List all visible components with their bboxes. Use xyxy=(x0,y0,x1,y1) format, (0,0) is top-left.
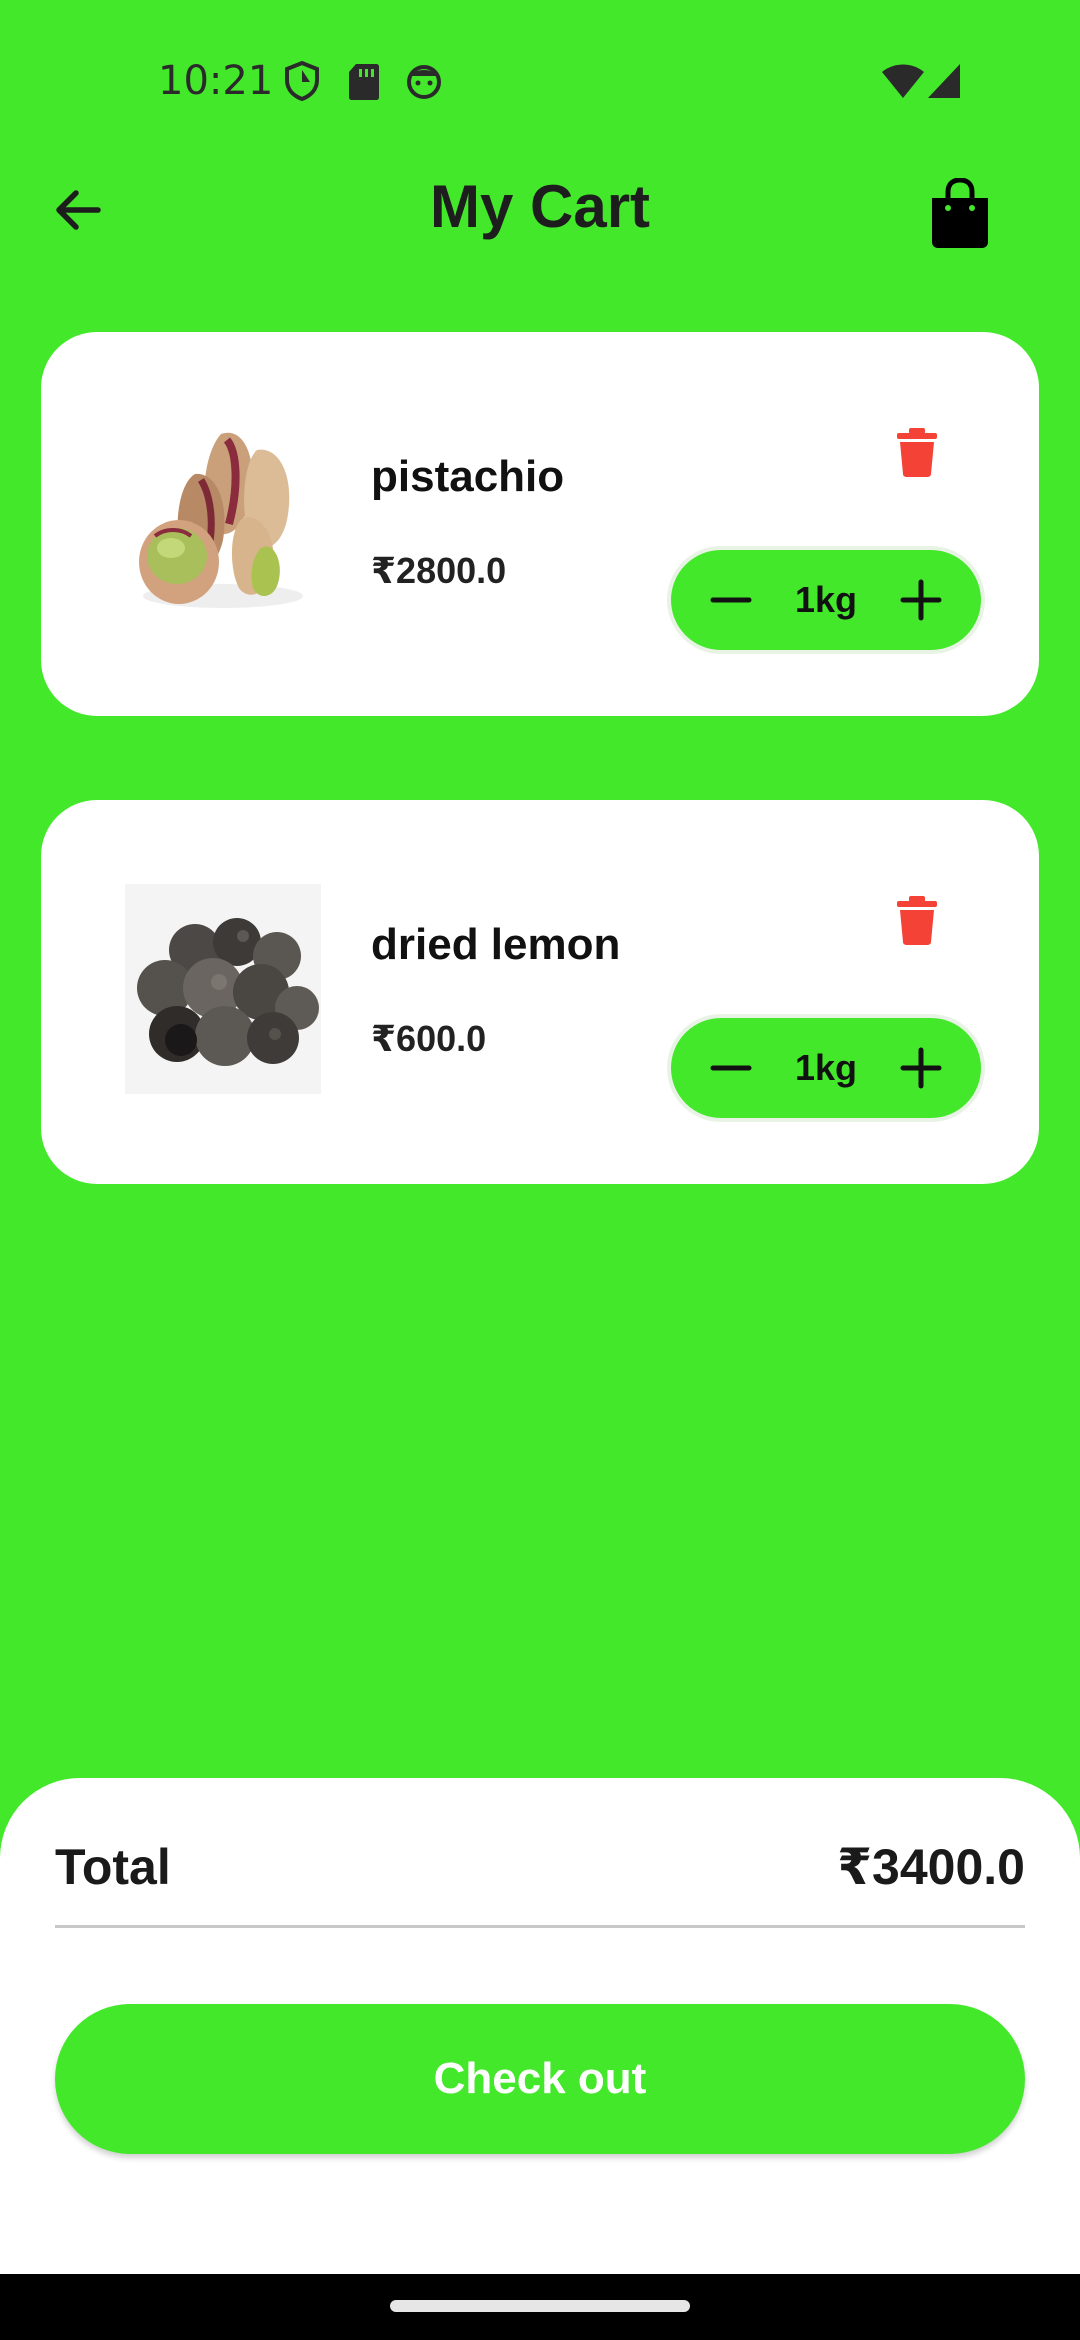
decrease-button[interactable] xyxy=(707,576,755,624)
minus-icon xyxy=(710,597,752,603)
navigation-bar xyxy=(0,2274,1080,2340)
page-title: My Cart xyxy=(429,173,651,240)
trash-icon xyxy=(897,896,937,945)
cart-item-card: pistachio ₹2800.0 1kg xyxy=(41,332,1039,716)
product-price: ₹600.0 xyxy=(371,1018,487,1059)
wifi-icon xyxy=(882,64,924,98)
product-name: pistachio xyxy=(371,452,565,501)
plus-icon xyxy=(900,579,942,621)
quantity-stepper: 1kg xyxy=(667,546,985,654)
bag-button[interactable] xyxy=(926,177,994,250)
home-indicator[interactable] xyxy=(390,2300,690,2312)
increase-button[interactable] xyxy=(897,576,945,624)
total-label: Total xyxy=(55,1839,171,1895)
decrease-button[interactable] xyxy=(707,1044,755,1092)
delete-button[interactable] xyxy=(895,426,939,478)
pistachio-image xyxy=(139,432,303,608)
signal-icon xyxy=(928,64,960,98)
plus-icon xyxy=(900,1047,942,1089)
increase-button[interactable] xyxy=(897,1044,945,1092)
order-summary-sheet: Total ₹3400.0 Check out xyxy=(0,1778,1080,2274)
shield-icon xyxy=(285,60,319,102)
status-time: 10:21 xyxy=(158,58,274,104)
total-value: ₹3400.0 xyxy=(837,1839,1025,1895)
trash-icon xyxy=(897,428,937,477)
status-bar: 10:21 xyxy=(0,0,1080,160)
cart-item-card: dried lemon ₹600.0 1kg xyxy=(41,800,1039,1184)
divider xyxy=(55,1925,1025,1928)
minus-icon xyxy=(710,1065,752,1071)
quantity-stepper: 1kg xyxy=(667,1014,985,1122)
face-icon xyxy=(407,65,441,99)
delete-button[interactable] xyxy=(895,894,939,946)
sd-card-icon xyxy=(349,64,379,100)
quantity-value: 1kg xyxy=(794,1047,858,1088)
quantity-value: 1kg xyxy=(794,579,858,620)
shopping-bag-icon xyxy=(932,177,988,248)
dried-lemon-image xyxy=(125,884,321,1094)
checkout-button[interactable]: Check out xyxy=(55,2004,1025,2154)
product-price: ₹2800.0 xyxy=(371,550,507,591)
product-name: dried lemon xyxy=(371,920,621,969)
